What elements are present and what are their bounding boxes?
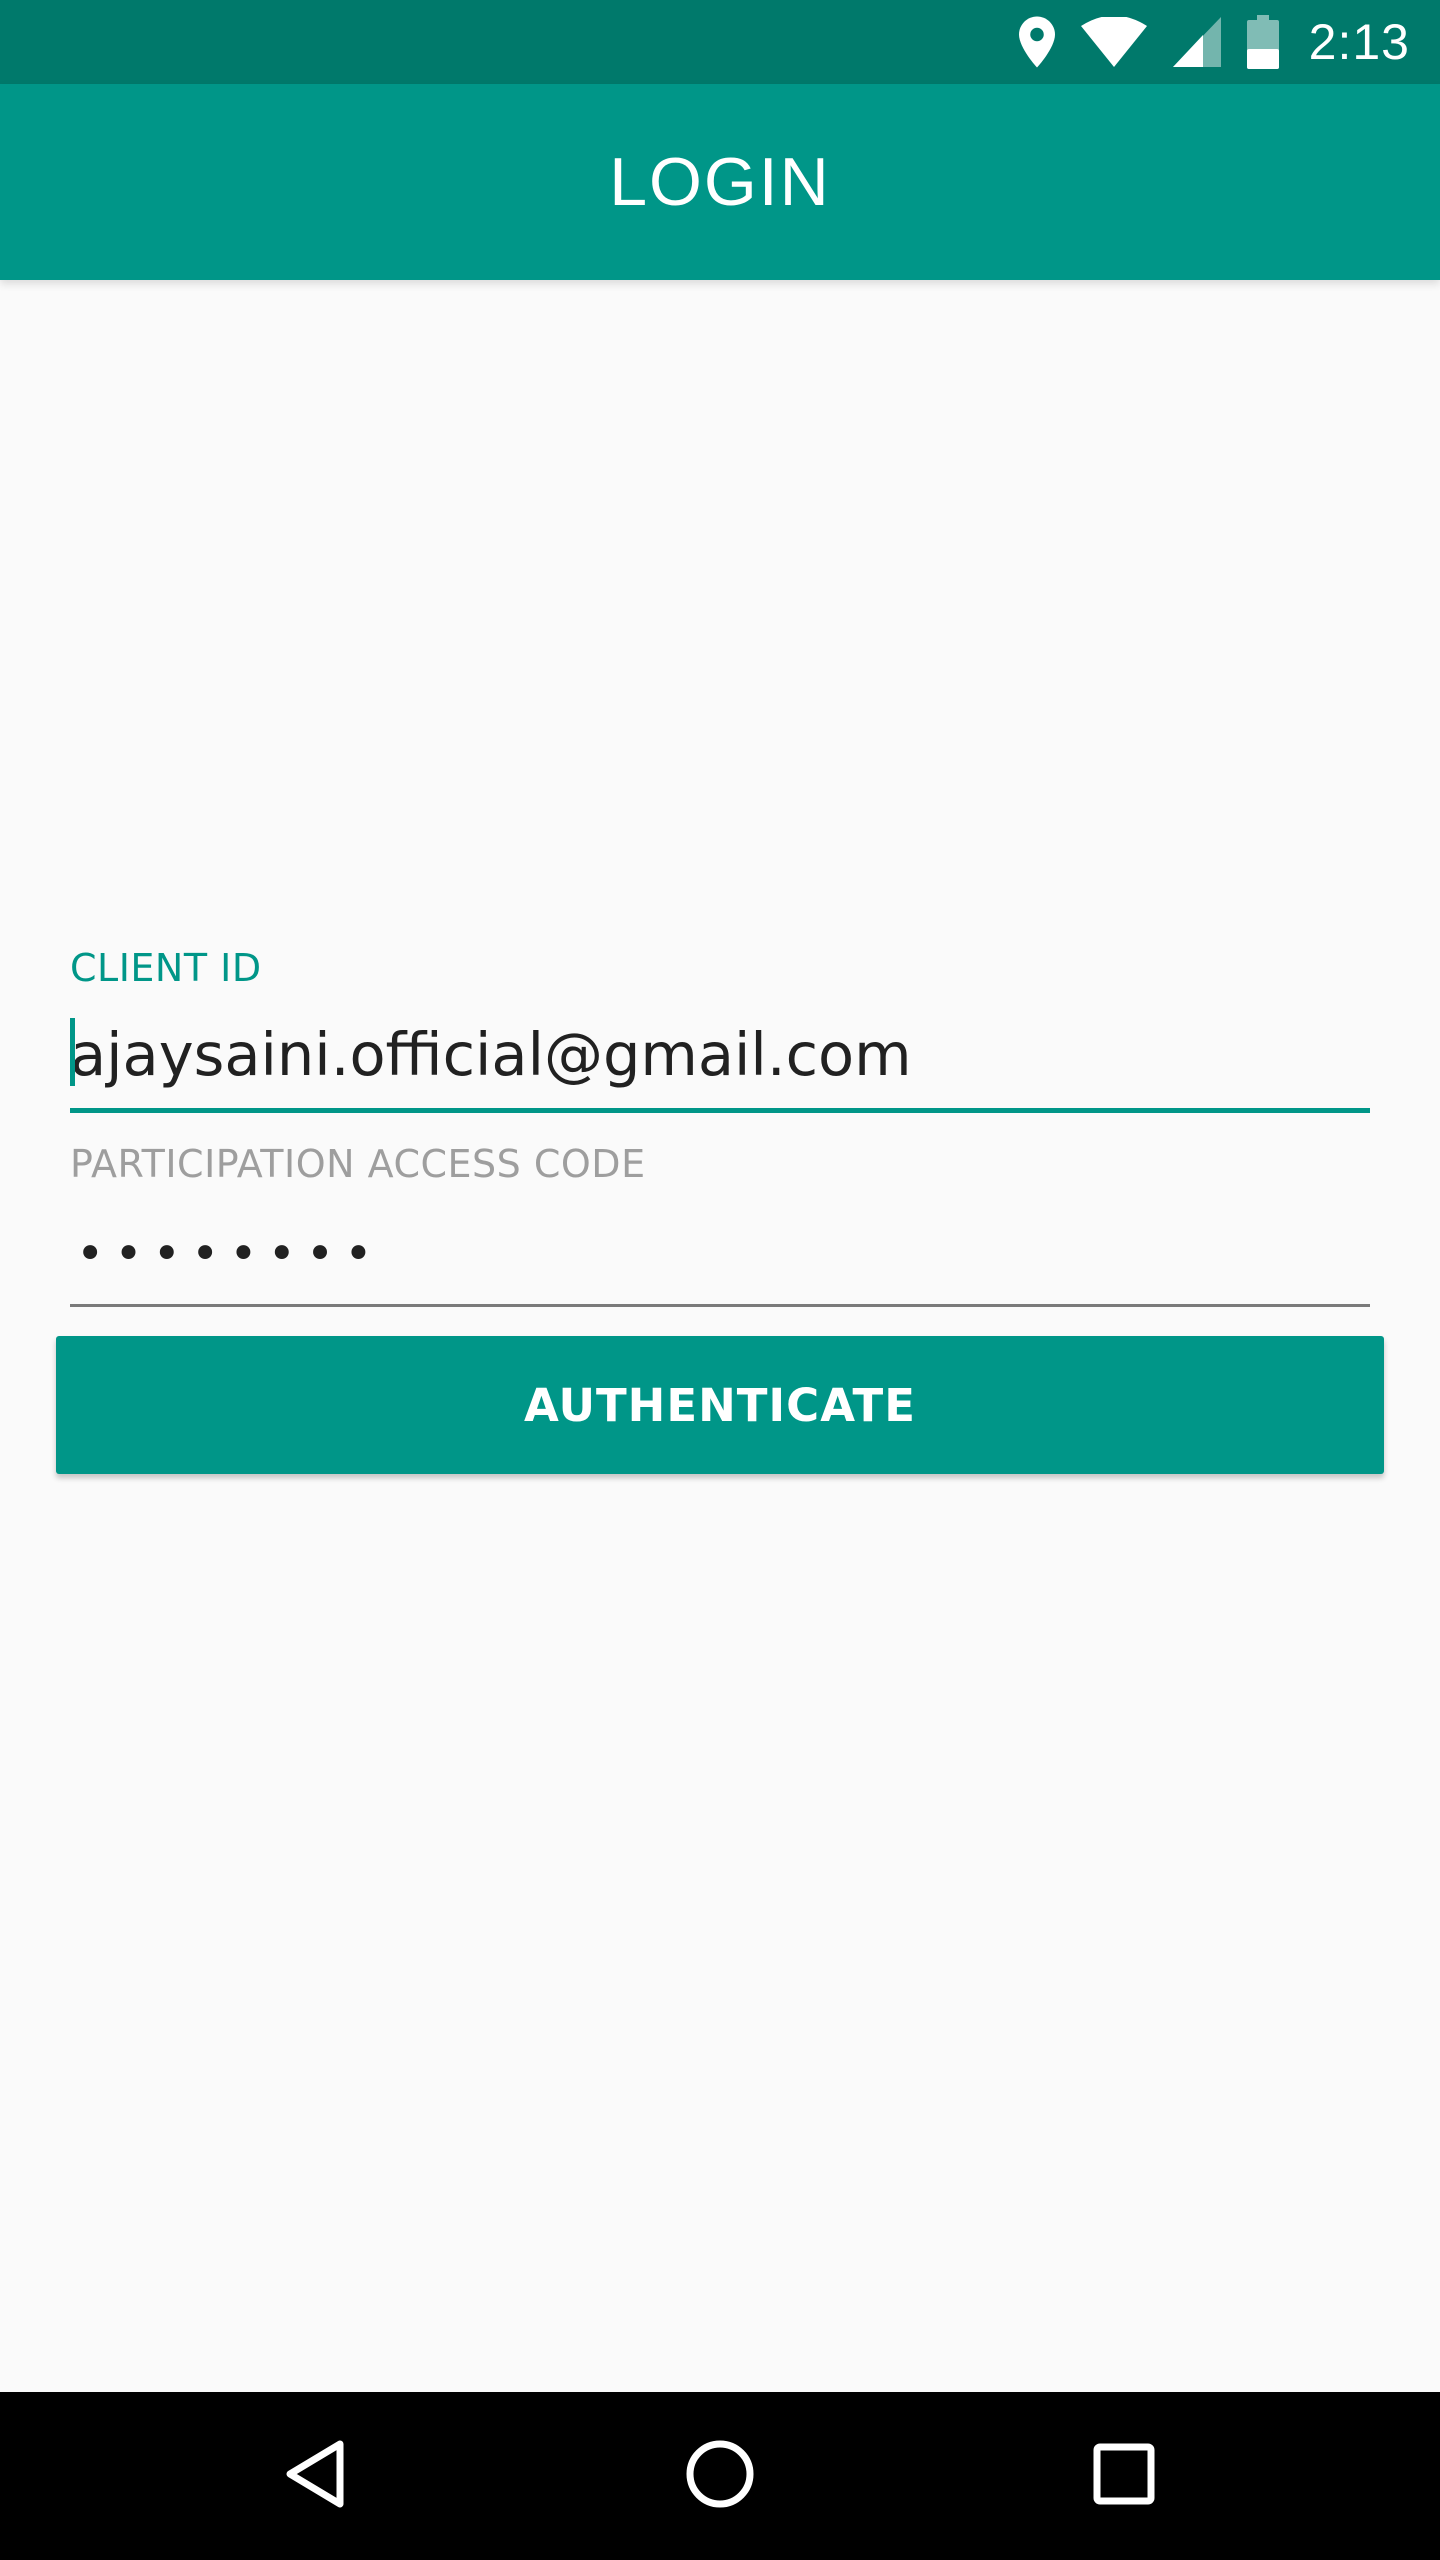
page-title: LOGIN <box>609 144 831 220</box>
authenticate-button[interactable]: AUTHENTICATE <box>56 1336 1384 1474</box>
client-id-underline <box>70 1108 1370 1113</box>
battery-icon <box>1246 15 1279 69</box>
signal-icon <box>1172 17 1221 67</box>
status-icons: 2:13 <box>1018 0 1410 84</box>
wifi-icon <box>1080 17 1147 67</box>
navigation-bar <box>0 2392 1440 2560</box>
recents-button[interactable] <box>1044 2392 1204 2560</box>
text-cursor <box>70 1018 75 1086</box>
app-bar: LOGIN <box>0 84 1440 280</box>
status-bar: 2:13 <box>0 0 1440 84</box>
client-id-field: CLIENT ID <box>70 940 1370 1120</box>
access-code-label: PARTICIPATION ACCESS CODE <box>70 1142 646 1186</box>
client-id-label: CLIENT ID <box>70 946 262 990</box>
client-id-input[interactable] <box>70 1018 1370 1090</box>
home-icon <box>684 2438 756 2514</box>
status-clock: 2:13 <box>1308 14 1410 70</box>
home-button[interactable] <box>640 2392 800 2560</box>
location-icon <box>1018 16 1055 68</box>
authenticate-label: AUTHENTICATE <box>524 1378 916 1432</box>
recents-icon <box>1092 2442 1156 2510</box>
access-code-underline <box>70 1304 1370 1307</box>
access-code-field: PARTICIPATION ACCESS CODE <box>70 1136 1376 1316</box>
access-code-input[interactable] <box>70 1218 1376 1290</box>
back-icon <box>284 2438 348 2514</box>
back-button[interactable] <box>236 2392 396 2560</box>
